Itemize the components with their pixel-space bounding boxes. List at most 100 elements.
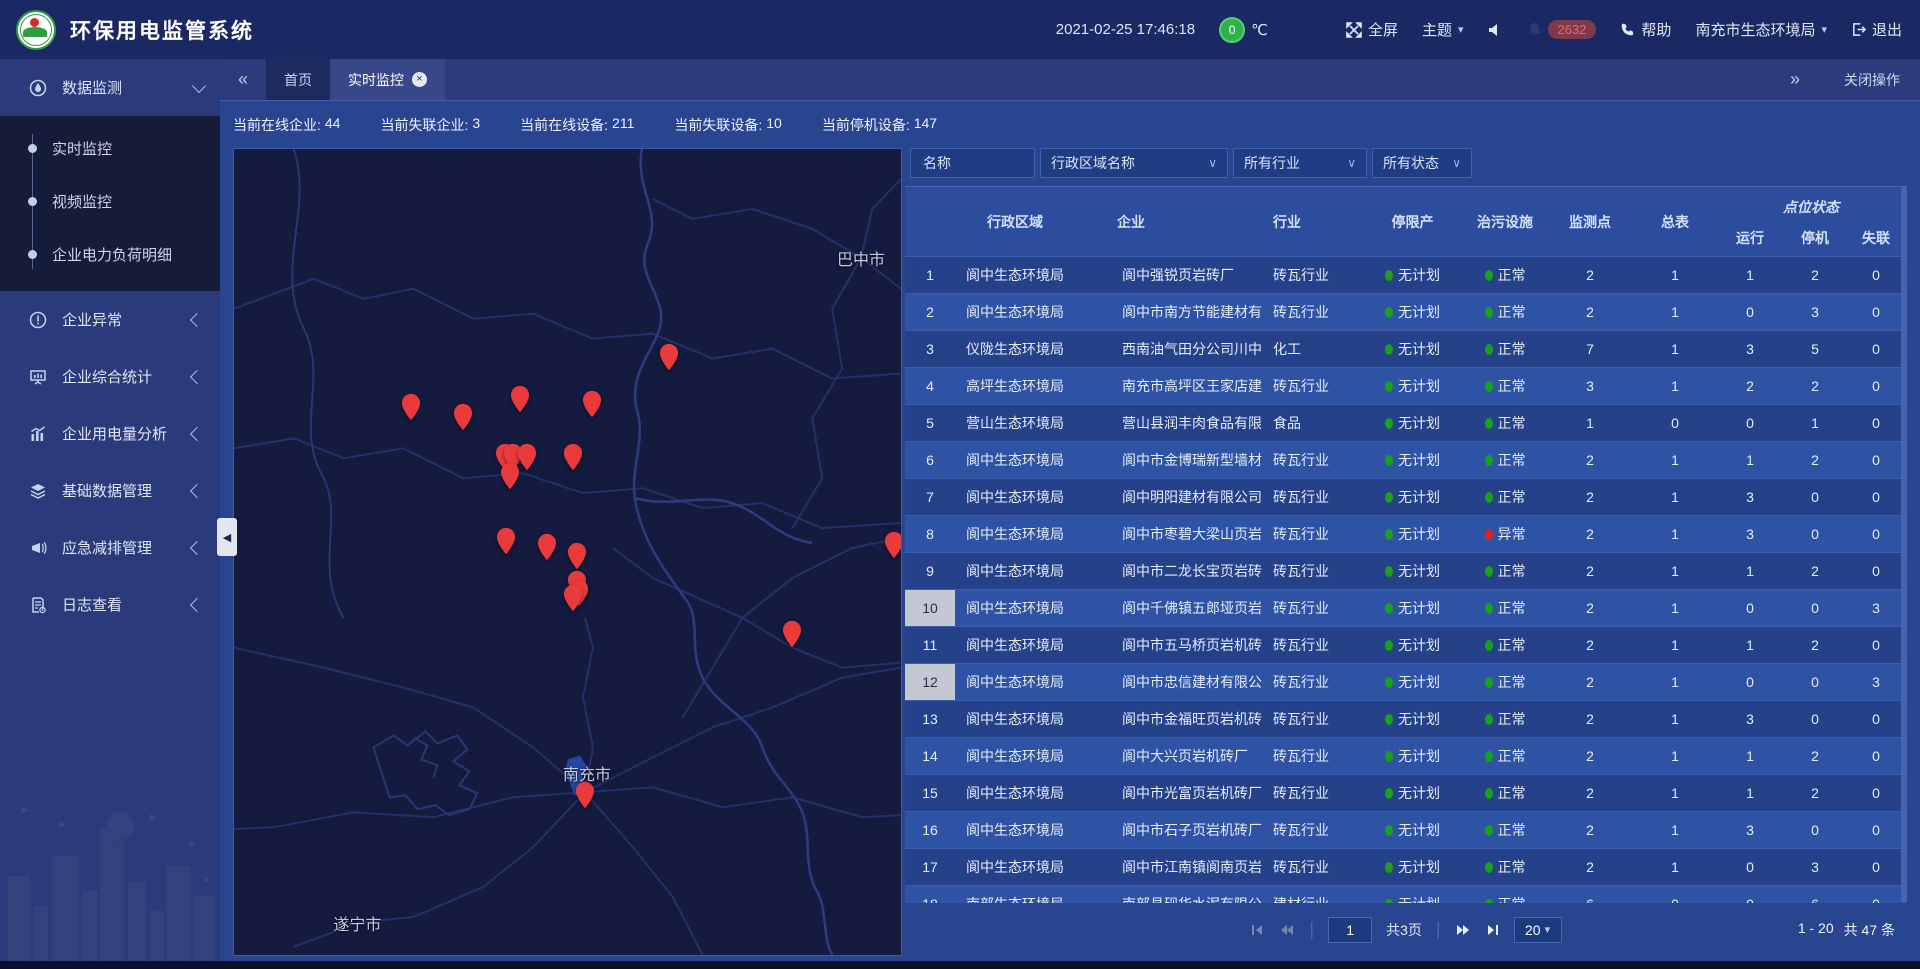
industry-filter-select[interactable]: 所有行业 ∨ [1233,148,1367,178]
page-size-select[interactable]: 20 ▾ [1514,917,1562,943]
map-pin[interactable] [496,527,516,555]
map-pin[interactable] [401,393,421,421]
bell-icon [1528,22,1542,37]
map-pin[interactable] [659,343,679,371]
table-row[interactable]: 4高坪生态环境局南充市高坪区王家店建砖瓦行业无计划正常31220 [905,367,1907,404]
sidebar-item-日志查看[interactable]: 日志查看 [0,576,220,633]
table-row[interactable]: 5营山生态环境局营山县润丰肉食品有限食品无计划正常10010 [905,404,1907,441]
table-row[interactable]: 18南部生态环境局南部县砚华水泥有限公建材行业无计划正常60060 [905,885,1907,903]
col-header-points: 监测点 [1545,187,1635,257]
cell-industry: 砖瓦行业 [1265,664,1360,700]
tabs-scroll-left-button[interactable]: « [220,59,266,100]
map-pin[interactable] [453,403,473,431]
map-pin[interactable] [563,584,583,612]
sound-icon[interactable] [1488,23,1504,37]
map-pin[interactable] [510,385,530,413]
last-page-button[interactable] [1485,923,1500,937]
first-page-button[interactable] [1250,923,1265,937]
sidebar-item-基础数据管理[interactable]: 基础数据管理 [0,462,220,519]
cell-lost: 0 [1845,294,1907,330]
col-group-point-status: 点位状态 [1715,187,1907,219]
cell-industry: 砖瓦行业 [1265,849,1360,885]
cell-running: 3 [1715,701,1785,737]
map-pin[interactable] [575,781,595,809]
map-pin[interactable] [517,443,537,471]
status-dot-icon [1385,788,1393,799]
cell-limit-label: 无计划 [1398,487,1440,507]
tab-首页[interactable]: 首页 [266,59,330,100]
cell-running: 1 [1715,775,1785,811]
tab-实时监控[interactable]: 实时监控× [330,59,445,100]
page-number-input[interactable]: 1 [1328,917,1372,943]
sidebar-subitem-实时监控[interactable]: 实时监控 [0,122,220,175]
fullscreen-button[interactable]: 全屏 [1346,19,1398,40]
map-canvas[interactable]: 巴中市南充市遂宁市 [233,148,902,956]
cell-index: 13 [905,701,955,737]
sidebar-item-label: 企业异常 [62,309,178,330]
status-filter-select[interactable]: 所有状态 ∨ [1372,148,1472,178]
map-pin[interactable] [782,620,802,648]
cell-meters: 1 [1635,368,1715,404]
logout-button[interactable]: 退出 [1851,19,1902,40]
table-row[interactable]: 8阆中生态环境局阆中市枣碧大梁山页岩砖瓦行业无计划异常21300 [905,515,1907,552]
help-button[interactable]: 帮助 [1620,19,1671,40]
name-filter-input[interactable] [921,154,1024,172]
table-row[interactable]: 13阆中生态环境局阆中市金福旺页岩机砖砖瓦行业无计划正常21300 [905,700,1907,737]
table-row[interactable]: 14阆中生态环境局阆中大兴页岩机砖厂砖瓦行业无计划正常21120 [905,737,1907,774]
close-tab-icon[interactable]: × [412,72,427,87]
table-row[interactable]: 3仪陇生态环境局西南油气田分公司川中化工无计划正常71350 [905,330,1907,367]
table-row[interactable]: 12阆中生态环境局阆中市忠信建材有限公砖瓦行业无计划正常21003 [905,663,1907,700]
sidebar-subitem-企业电力负荷明细[interactable]: 企业电力负荷明细 [0,228,220,281]
sidebar-collapse-button[interactable]: ◀ [217,518,237,556]
status-dot-icon [1485,788,1493,799]
theme-button[interactable]: 主题 ▾ [1422,19,1464,40]
org-menu-button[interactable]: 南充市生态环境局 ▾ [1695,19,1827,40]
col-header-index [905,187,955,257]
cell-points: 2 [1545,849,1635,885]
cell-facility: 正常 [1465,701,1545,737]
notifications-button[interactable]: 2632 [1528,20,1597,39]
cell-stopped: 2 [1785,257,1845,293]
map-pin[interactable] [567,542,587,570]
table-row[interactable]: 16阆中生态环境局阆中市石子页岩机砖厂砖瓦行业无计划正常21300 [905,811,1907,848]
sidebar-item-数据监测[interactable]: 数据监测 [0,59,220,116]
table-row[interactable]: 7阆中生态环境局阆中明阳建材有限公司砖瓦行业无计划正常21300 [905,478,1907,515]
cell-lost: 0 [1845,627,1907,663]
table-row[interactable]: 6阆中生态环境局阆中市金博瑞新型墙材砖瓦行业无计划正常21120 [905,441,1907,478]
map-pin[interactable] [582,390,602,418]
stat-item: 当前失联企业:3 [380,115,480,135]
sidebar-subitem-视频监控[interactable]: 视频监控 [0,175,220,228]
close-operations-button[interactable]: 关闭操作 [1844,70,1900,90]
cell-lost: 0 [1845,886,1907,903]
table-row[interactable]: 11阆中生态环境局阆中市五马桥页岩机砖砖瓦行业无计划正常21120 [905,626,1907,663]
status-dot-icon [1385,270,1393,281]
region-filter-select[interactable]: 行政区域名称 ∨ [1040,148,1228,178]
sidebar-item-企业用电量分析[interactable]: 企业用电量分析 [0,405,220,462]
next-page-button[interactable] [1455,923,1471,937]
map-pin[interactable] [500,462,520,490]
sidebar-item-企业综合统计[interactable]: 企业综合统计 [0,348,220,405]
table-row[interactable]: 2阆中生态环境局阆中市南方节能建材有砖瓦行业无计划正常21030 [905,293,1907,330]
sidebar-item-企业异常[interactable]: 企业异常 [0,291,220,348]
table-scrollbar[interactable] [1901,186,1907,903]
map-pin[interactable] [884,531,902,559]
table-row[interactable]: 10阆中生态环境局阆中千佛镇五郎垭页岩砖瓦行业无计划正常21003 [905,589,1907,626]
stats-board-icon [28,367,48,387]
phone-icon [1620,22,1635,37]
cell-limit: 无计划 [1360,886,1465,903]
table-row[interactable]: 15阆中生态环境局阆中市光富页岩机砖厂砖瓦行业无计划正常21120 [905,774,1907,811]
cell-district: 阆中生态环境局 [955,738,1075,774]
sidebar-item-应急减排管理[interactable]: 应急减排管理 [0,519,220,576]
prev-page-button[interactable] [1279,923,1295,937]
map-pin[interactable] [563,443,583,471]
cell-limit-label: 无计划 [1398,598,1440,618]
table-row[interactable]: 9阆中生态环境局阆中市二龙长宝页岩砖砖瓦行业无计划正常21120 [905,552,1907,589]
table-row[interactable]: 1阆中生态环境局阆中强锐页岩砖厂砖瓦行业无计划正常21120 [905,256,1907,293]
map-pin[interactable] [537,533,557,561]
cell-facility-label: 正常 [1498,635,1526,655]
tabs-scroll-right-button[interactable]: » [1772,69,1818,90]
cell-index: 16 [905,812,955,848]
table-row[interactable]: 17阆中生态环境局阆中市江南镇阆南页岩砖瓦行业无计划正常21030 [905,848,1907,885]
skyline-decoration [0,786,220,961]
cell-facility-label: 正常 [1498,487,1526,507]
